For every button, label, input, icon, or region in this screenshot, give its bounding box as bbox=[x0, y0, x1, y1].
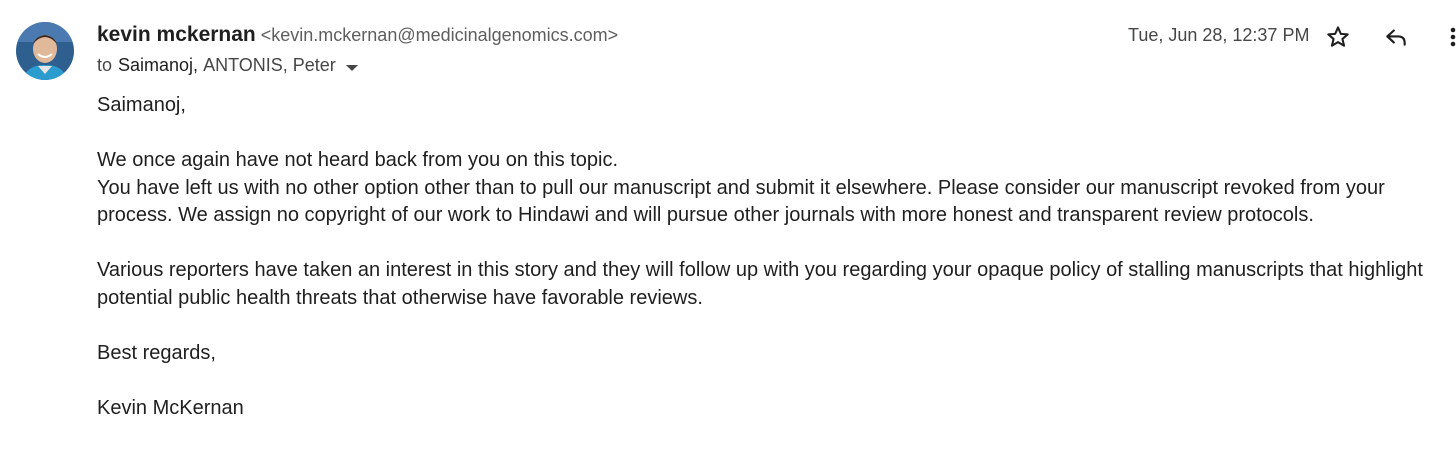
recipients-rest: ANTONIS, Peter bbox=[203, 55, 336, 75]
signature: Kevin McKernan bbox=[97, 396, 244, 419]
sender-avatar[interactable] bbox=[16, 22, 74, 80]
avatar-photo-icon bbox=[16, 22, 74, 80]
to-label: to bbox=[97, 55, 113, 75]
reply-icon bbox=[1386, 29, 1406, 46]
closing: Best regards, bbox=[97, 341, 216, 364]
recipient-first: Saimanoj, bbox=[118, 55, 199, 75]
message-body: Saimanoj, We once again have not heard b… bbox=[97, 92, 1442, 422]
reply-button[interactable] bbox=[1378, 19, 1414, 55]
more-options-button[interactable] bbox=[1440, 19, 1456, 55]
recipients-line: to Saimanoj, ANTONIS, Peter bbox=[97, 55, 358, 76]
paragraph-2: Various reporters have taken an interest… bbox=[97, 259, 1423, 309]
message-date: Tue, Jun 28, 12:37 PM bbox=[1128, 25, 1310, 45]
star-icon bbox=[1327, 26, 1349, 47]
sender-line: kevin mckernan <kevin.mckernan@medicinalg… bbox=[97, 23, 618, 47]
sender-name: kevin mckernan bbox=[97, 23, 256, 46]
chevron-down-icon[interactable] bbox=[345, 64, 358, 71]
paragraph-1-line-2: You have left us with no other option ot… bbox=[97, 176, 1385, 227]
more-vert-icon bbox=[1450, 27, 1456, 47]
sender-email: <kevin.mckernan@medicinalgenomics.com> bbox=[260, 25, 619, 45]
star-button[interactable] bbox=[1320, 19, 1356, 55]
paragraph-1-line-1: We once again have not heard back from y… bbox=[97, 149, 619, 171]
paragraph-1: We once again have not heard back from y… bbox=[97, 147, 1442, 230]
greeting: Saimanoj, bbox=[97, 94, 186, 116]
